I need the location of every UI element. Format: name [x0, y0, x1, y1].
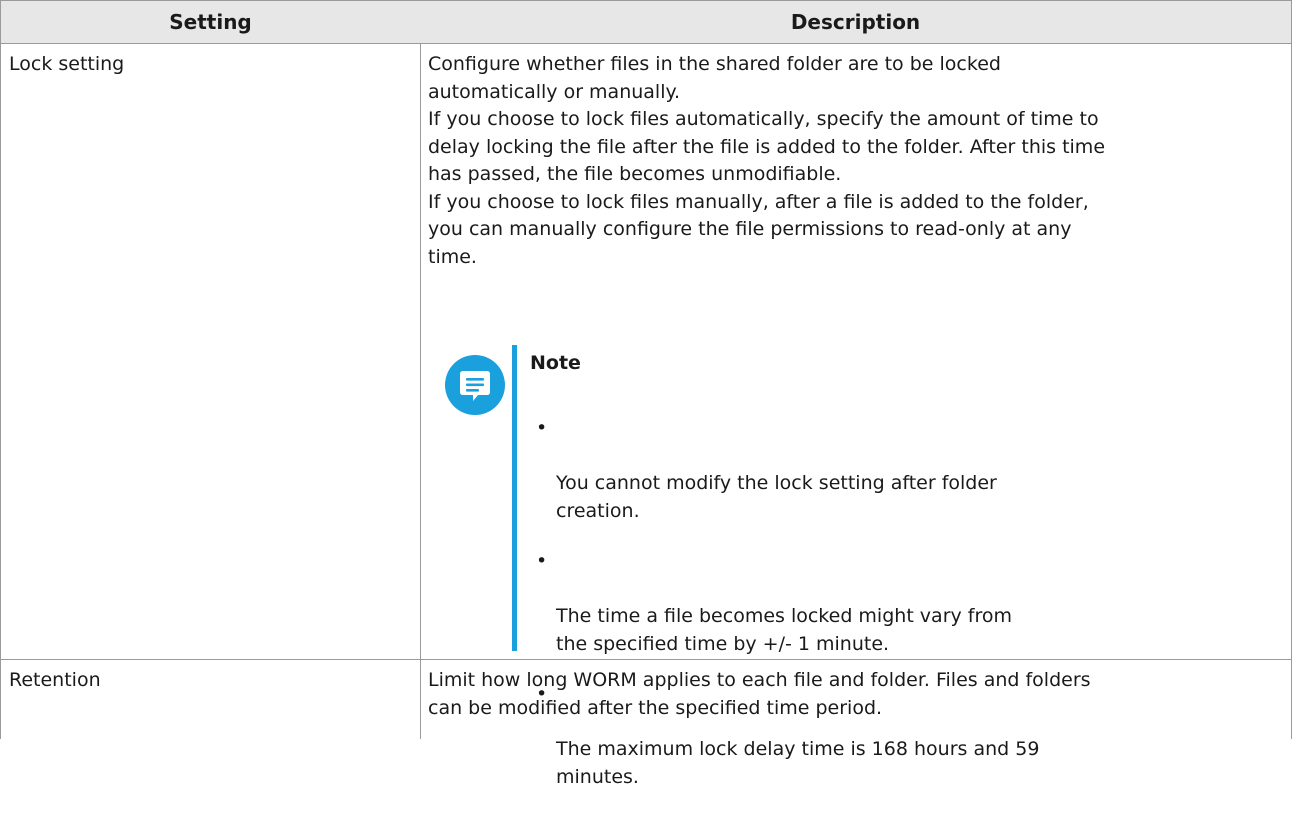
note-item-text: The time a file becomes locked might var…	[556, 605, 1012, 655]
header-setting: Setting	[0, 0, 421, 44]
row-retention-name: Retention	[0, 659, 421, 739]
note-list: • You cannot modify the lock setting aft…	[530, 415, 1130, 814]
bullet-icon: •	[536, 417, 548, 439]
setting-label: Lock setting	[9, 53, 125, 75]
description-paragraph: If you choose to lock files automaticall…	[428, 108, 1106, 185]
note-title: Note	[530, 352, 581, 374]
description-paragraph: Limit how long WORM applies to each file…	[428, 669, 1091, 719]
description-paragraph: Configure whether files in the shared fo…	[428, 53, 1001, 103]
description-paragraph: If you choose to lock files manually, af…	[428, 190, 1089, 268]
settings-table: Setting Description Lock setting Configu…	[0, 0, 1292, 788]
note-icon	[445, 355, 505, 415]
setting-label: Retention	[9, 669, 101, 691]
note-accent-bar	[512, 345, 517, 651]
note-item-text: The maximum lock delay time is 168 hours…	[556, 738, 1040, 788]
list-item: • You cannot modify the lock setting aft…	[530, 415, 1130, 525]
row-lock-setting-name: Lock setting	[0, 43, 421, 660]
row-retention-description: Limit how long WORM applies to each file…	[420, 659, 1292, 739]
note-item-text: You cannot modify the lock setting after…	[556, 472, 997, 522]
list-item: • The time a file becomes locked might v…	[530, 548, 1130, 658]
bullet-icon: •	[536, 550, 548, 572]
note-callout: Note • You cannot modify the lock settin…	[444, 345, 1164, 788]
header-description: Description	[420, 0, 1292, 44]
